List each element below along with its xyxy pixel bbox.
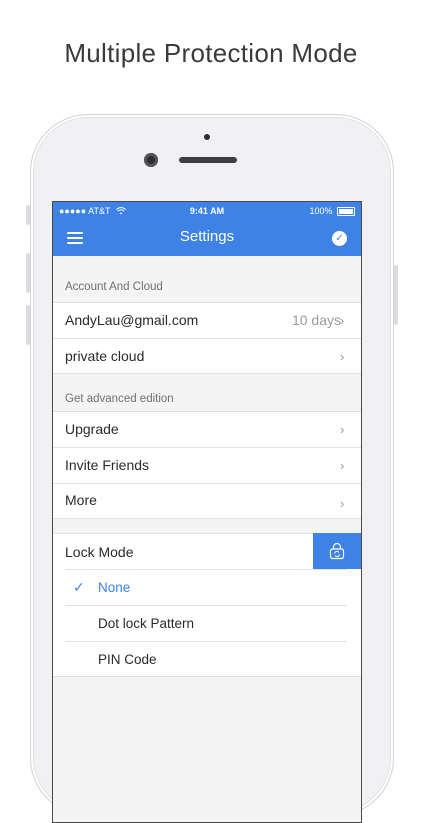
chevron-right-icon: ›	[340, 458, 345, 473]
lock-refresh-icon[interactable]	[313, 533, 361, 569]
lock-option-label: None	[98, 580, 131, 595]
headline: Multiple Protection Mode	[64, 38, 358, 68]
more-row[interactable]: More ›	[53, 483, 361, 519]
account-email-row[interactable]: AndyLau@gmail.com 10 days ›	[53, 302, 361, 338]
nav-bar: Settings ✓	[53, 220, 361, 256]
front-camera	[144, 153, 158, 167]
upgrade-row[interactable]: Upgrade ›	[53, 411, 361, 447]
lock-option-pin[interactable]: PIN Code	[53, 641, 361, 677]
volume-down-button	[26, 305, 30, 345]
power-button	[394, 265, 398, 325]
lock-mode-label: Lock Mode	[65, 544, 134, 560]
lock-option-label: Dot lock Pattern	[98, 616, 195, 631]
invite-friends-label: Invite Friends	[65, 457, 150, 473]
invite-friends-row[interactable]: Invite Friends ›	[53, 447, 361, 483]
chevron-right-icon: ›	[340, 349, 345, 364]
page-title: Settings	[179, 228, 235, 245]
lock-option-dot-pattern[interactable]: Dot lock Pattern	[53, 605, 361, 641]
battery-icon	[337, 207, 355, 217]
status-bar: ●●●●● AT&T 9:41 AM 100%	[53, 202, 361, 220]
section-header-account: Account And Cloud	[65, 281, 163, 293]
private-cloud-label: private cloud	[65, 348, 145, 364]
check-circle-icon[interactable]: ✓	[332, 231, 347, 246]
lock-option-none[interactable]: ✓ None	[53, 569, 361, 605]
earpiece-speaker	[179, 157, 237, 163]
lock-mode-row[interactable]: Lock Mode	[53, 533, 361, 569]
chevron-right-icon: ›	[340, 422, 345, 437]
trial-days: 10 days	[291, 312, 341, 328]
screen: ●●●●● AT&T 9:41 AM 100% Settings ✓ Accou…	[52, 201, 362, 823]
chevron-right-icon: ›	[340, 313, 345, 328]
battery-percent: 100%	[309, 206, 333, 216]
volume-up-button	[26, 253, 30, 293]
checkmark-icon: ✓	[73, 579, 85, 595]
chevron-right-icon: ›	[340, 496, 345, 511]
lock-option-label: PIN Code	[98, 652, 157, 667]
mute-switch	[26, 205, 30, 225]
phone-frame: ●●●●● AT&T 9:41 AM 100% Settings ✓ Accou…	[26, 114, 398, 823]
section-header-advanced: Get advanced edition	[65, 393, 174, 405]
more-label: More	[65, 492, 97, 508]
account-email: AndyLau@gmail.com	[65, 312, 199, 328]
upgrade-label: Upgrade	[65, 421, 119, 437]
proximity-sensor	[204, 134, 210, 140]
battery-status: 100%	[309, 202, 355, 220]
